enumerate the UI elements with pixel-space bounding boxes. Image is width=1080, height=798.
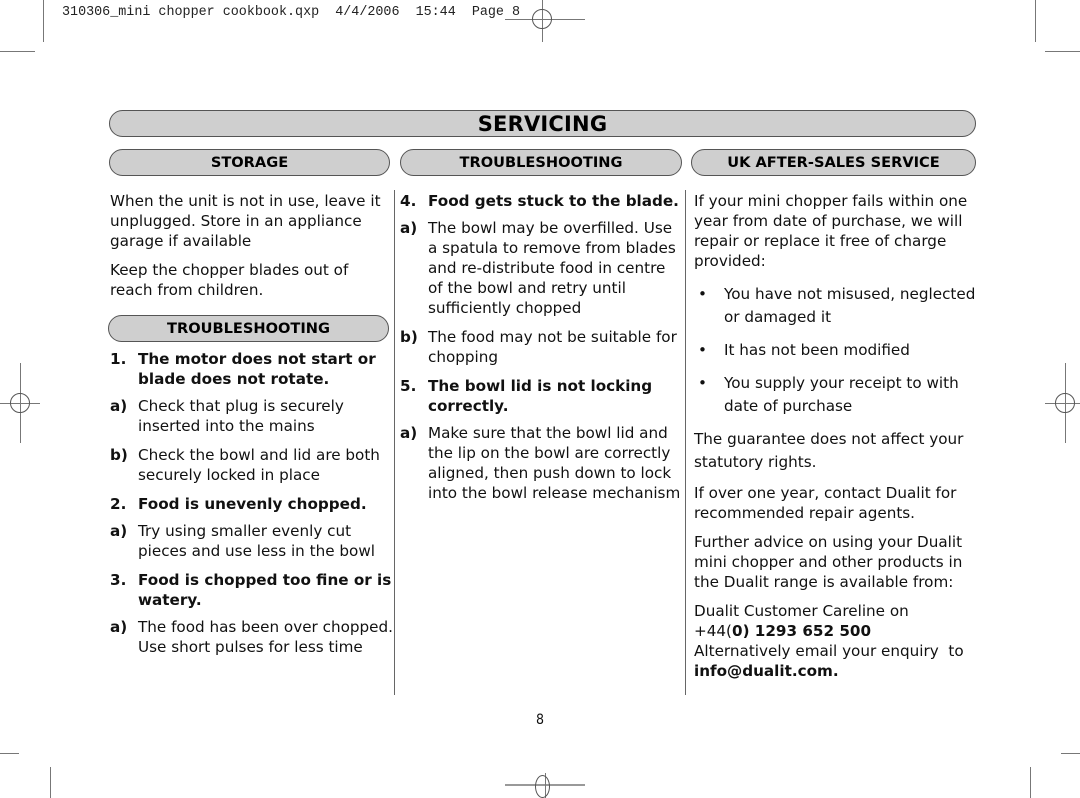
phone-rest: ) 1293 652 500 bbox=[742, 622, 872, 640]
item-number: 1. bbox=[110, 350, 127, 368]
troubleshooting-heading: TROUBLESHOOTING bbox=[400, 149, 682, 176]
page-title-text: SERVICING bbox=[477, 111, 608, 136]
trouble-sub-item: a) The food has been over chopped. Use s… bbox=[110, 617, 394, 657]
careline-label: Dualit Customer Careline on bbox=[694, 602, 909, 620]
trouble-sub-item: a) Make sure that the bowl lid and the l… bbox=[400, 423, 682, 503]
sub-text: Check that plug is securely inserted int… bbox=[138, 397, 344, 435]
email-link[interactable]: info@dualit.com. bbox=[694, 661, 978, 681]
trouble-sub-item: a) The bowl may be overfilled. Use a spa… bbox=[400, 218, 682, 318]
bullet-text: You have not misused, neglected or damag… bbox=[724, 285, 976, 326]
sub-text: Try using smaller evenly cut pieces and … bbox=[138, 522, 375, 560]
storage-heading-text: STORAGE bbox=[210, 154, 289, 171]
sub-label: a) bbox=[400, 424, 418, 442]
storage-paragraph: When the unit is not in use, leave it un… bbox=[110, 192, 381, 250]
trouble-item-title: 4. Food gets stuck to the blade. bbox=[400, 191, 682, 211]
troubleshooting-subheading-text: TROUBLESHOOTING bbox=[167, 320, 330, 337]
troubleshooting-heading-text: TROUBLESHOOTING bbox=[459, 154, 623, 171]
after-sales-column: If your mini chopper fails within one ye… bbox=[694, 191, 978, 681]
item-title-text: Food gets stuck to the blade. bbox=[428, 192, 679, 210]
crop-mark bbox=[1045, 51, 1080, 52]
troubleshooting-list-1: 1. The motor does not start or blade doe… bbox=[110, 349, 394, 666]
trouble-item-title: 3. Food is chopped too fine or is watery… bbox=[110, 570, 394, 610]
bullet-text: You supply your receipt to with date of … bbox=[724, 374, 959, 415]
bullet-icon: • bbox=[698, 341, 707, 359]
sub-label: b) bbox=[110, 446, 128, 464]
further-advice-text: Further advice on using your Dualit mini… bbox=[694, 533, 963, 591]
trouble-sub-item: a) Try using smaller evenly cut pieces a… bbox=[110, 521, 394, 561]
page-number: 8 bbox=[536, 712, 545, 728]
service-bullet: • You have not misused, neglected or dam… bbox=[694, 283, 978, 329]
storage-column: When the unit is not in use, leave it un… bbox=[110, 191, 392, 309]
column-divider bbox=[685, 190, 686, 695]
item-number: 3. bbox=[110, 571, 127, 589]
sub-text: The bowl may be overfilled. Use a spatul… bbox=[428, 219, 676, 317]
careline-phone: +44(0) 1293 652 500 bbox=[694, 621, 978, 641]
item-title-text: Food is chopped too fine or is watery. bbox=[138, 571, 392, 609]
service-intro: If your mini chopper fails within one ye… bbox=[694, 192, 968, 270]
email-label: Alternatively email your enquiry to bbox=[694, 642, 964, 660]
sub-text: The food has been over chopped. Use shor… bbox=[138, 618, 393, 656]
crop-mark bbox=[1035, 0, 1036, 42]
item-title-text: The motor does not start or blade does n… bbox=[138, 350, 376, 388]
crop-mark bbox=[1061, 753, 1080, 754]
column-divider bbox=[394, 190, 395, 695]
guarantee-text: The guarantee does not affect your statu… bbox=[694, 430, 964, 471]
sub-label: a) bbox=[110, 522, 128, 540]
item-title-text: Food is unevenly chopped. bbox=[138, 495, 367, 513]
sub-text: The food may not be suitable for choppin… bbox=[428, 328, 677, 366]
item-number: 2. bbox=[110, 495, 127, 513]
item-title-text: The bowl lid is not locking correctly. bbox=[428, 377, 653, 415]
after-sales-heading: UK AFTER-SALES SERVICE bbox=[691, 149, 976, 176]
trouble-sub-item: a) Check that plug is securely inserted … bbox=[110, 396, 394, 436]
sub-label: a) bbox=[400, 219, 418, 237]
trouble-item-title: 1. The motor does not start or blade doe… bbox=[110, 349, 394, 389]
storage-heading: STORAGE bbox=[109, 149, 390, 176]
trouble-sub-item: b) The food may not be suitable for chop… bbox=[400, 327, 682, 367]
crop-mark bbox=[43, 0, 44, 42]
phone-zero: 0 bbox=[731, 622, 743, 640]
crop-mark bbox=[1030, 767, 1031, 798]
crop-mark bbox=[0, 51, 35, 52]
crop-mark bbox=[0, 753, 19, 754]
after-sales-heading-text: UK AFTER-SALES SERVICE bbox=[727, 154, 940, 171]
over-year-text: If over one year, contact Dualit for rec… bbox=[694, 484, 957, 522]
trouble-sub-item: b) Check the bowl and lid are both secur… bbox=[110, 445, 394, 485]
sub-text: Make sure that the bowl lid and the lip … bbox=[428, 424, 681, 502]
sub-label: a) bbox=[110, 397, 128, 415]
troubleshooting-column: 4. Food gets stuck to the blade. a) The … bbox=[400, 191, 682, 512]
item-number: 4. bbox=[400, 192, 417, 210]
sub-label: a) bbox=[110, 618, 128, 636]
phone-prefix: +44( bbox=[694, 622, 732, 640]
sub-text: Check the bowl and lid are both securely… bbox=[138, 446, 380, 484]
trouble-item-title: 5. The bowl lid is not locking correctly… bbox=[400, 376, 682, 416]
trouble-item-title: 2. Food is unevenly chopped. bbox=[110, 494, 394, 514]
service-bullet: • You supply your receipt to with date o… bbox=[694, 372, 978, 418]
storage-paragraph: Keep the chopper blades out of reach fro… bbox=[110, 261, 349, 299]
bullet-icon: • bbox=[698, 285, 707, 303]
crop-mark bbox=[50, 767, 51, 798]
sub-label: b) bbox=[400, 328, 418, 346]
print-slug: 310306_mini chopper cookbook.qxp 4/4/200… bbox=[62, 5, 521, 20]
item-number: 5. bbox=[400, 377, 417, 395]
service-bullet: • It has not been modified bbox=[694, 339, 978, 362]
page-title: SERVICING bbox=[109, 110, 976, 137]
troubleshooting-subheading: TROUBLESHOOTING bbox=[108, 315, 389, 342]
bullet-icon: • bbox=[698, 374, 707, 392]
bullet-text: It has not been modified bbox=[724, 341, 910, 359]
